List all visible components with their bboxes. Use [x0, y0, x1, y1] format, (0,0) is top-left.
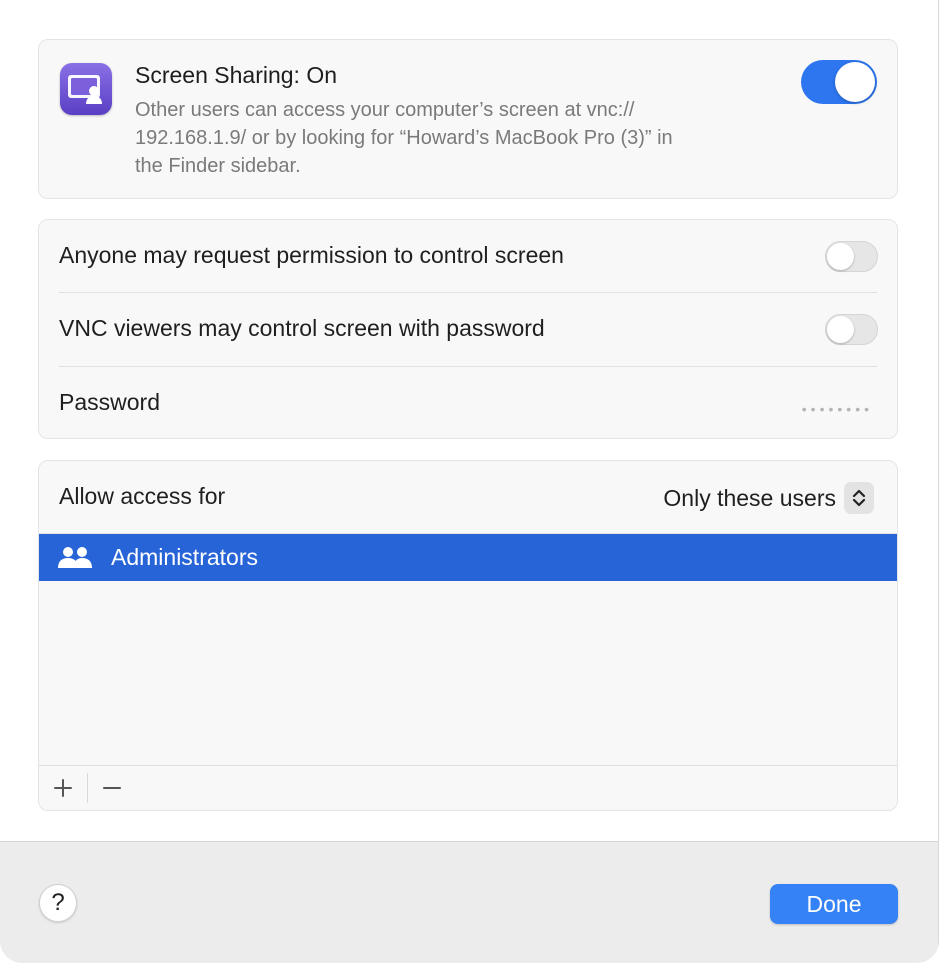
- password-row: Password ••••••••: [39, 367, 897, 440]
- screen-sharing-description: Other users can access your computer’s s…: [135, 96, 795, 180]
- screen-sharing-app-icon: [60, 63, 112, 115]
- group-icon: [57, 545, 93, 576]
- allow-access-popup[interactable]: Only these users: [663, 481, 874, 515]
- request-permission-label: Anyone may request permission to control…: [59, 242, 564, 268]
- toggle-knob: [827, 243, 854, 270]
- footer-separator: [87, 773, 88, 803]
- remove-user-button[interactable]: [97, 773, 127, 803]
- chevron-up-down-icon: [844, 482, 874, 514]
- list-footer-divider: [39, 765, 897, 766]
- user-name: Administrators: [111, 544, 258, 570]
- sheet-footer: ? Done: [0, 841, 939, 963]
- description-line: the Finder sidebar.: [135, 155, 301, 177]
- description-line: Other users can access your computer’s s…: [135, 99, 635, 121]
- password-field[interactable]: ••••••••: [802, 401, 873, 417]
- allow-access-card: Allow access for Only these users Admini…: [38, 460, 898, 811]
- request-permission-toggle[interactable]: [825, 241, 878, 272]
- help-button[interactable]: ?: [39, 884, 77, 922]
- toggle-knob: [827, 316, 854, 343]
- control-options-card: Anyone may request permission to control…: [38, 219, 898, 439]
- allow-access-label: Allow access for: [59, 483, 226, 509]
- allow-access-value: Only these users: [663, 484, 836, 511]
- screen-sharing-status-card: Screen Sharing: On Other users can acces…: [38, 39, 898, 199]
- vnc-password-label: VNC viewers may control screen with pass…: [59, 315, 545, 341]
- screen-sharing-toggle[interactable]: [801, 60, 877, 104]
- done-button[interactable]: Done: [770, 884, 898, 924]
- password-label: Password: [59, 389, 160, 415]
- screen-sharing-title: Screen Sharing: On: [135, 62, 338, 88]
- vnc-password-row: VNC viewers may control screen with pass…: [39, 293, 897, 366]
- screen-sharing-sheet: Screen Sharing: On Other users can acces…: [0, 0, 939, 963]
- toggle-knob: [835, 62, 875, 102]
- add-user-button[interactable]: [48, 773, 78, 803]
- vnc-password-toggle[interactable]: [825, 314, 878, 345]
- description-line: 192.168.1.9/ or by looking for “Howard’s…: [135, 127, 673, 149]
- request-permission-row: Anyone may request permission to control…: [39, 220, 897, 293]
- user-list-row-administrators[interactable]: Administrators: [39, 534, 897, 581]
